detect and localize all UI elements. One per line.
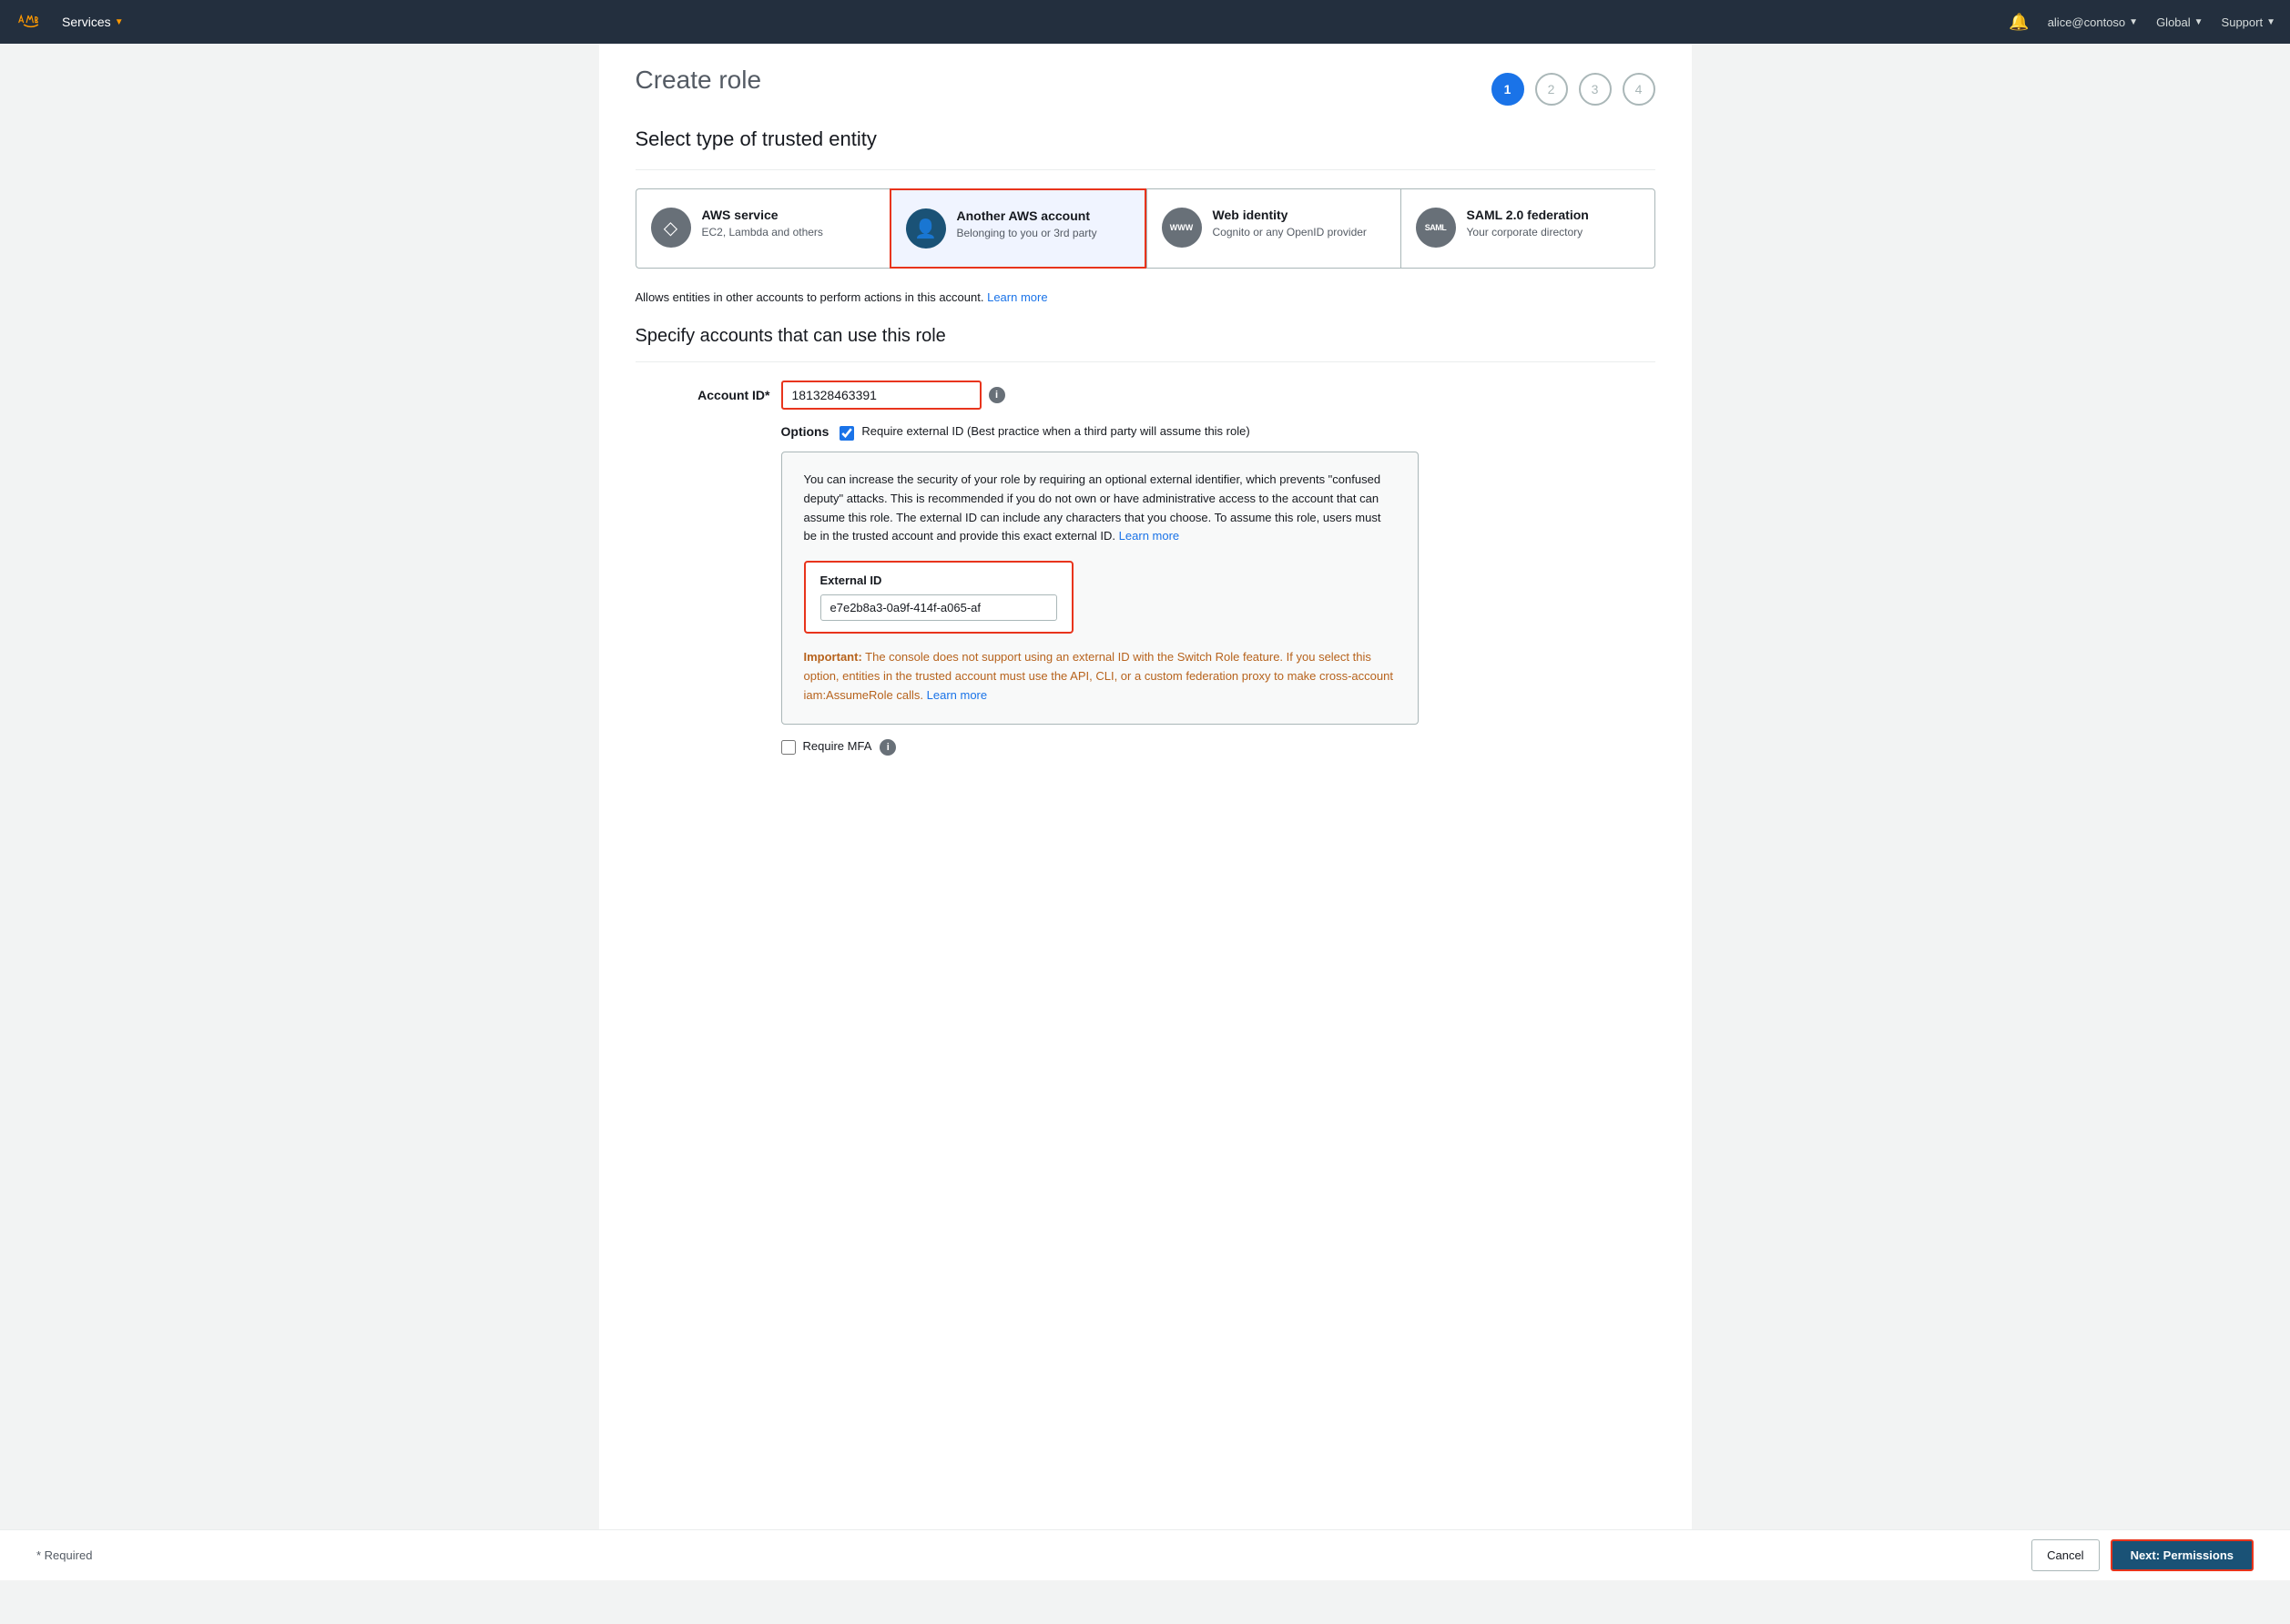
another-aws-account-subtitle: Belonging to you or 3rd party — [957, 227, 1097, 239]
wizard-step-1[interactable]: 1 — [1491, 73, 1524, 106]
support-dropdown-icon: ▼ — [2266, 17, 2275, 27]
account-id-label: Account ID* — [636, 388, 781, 402]
another-aws-account-info: Another AWS account Belonging to you or … — [957, 208, 1097, 239]
footer-buttons: Cancel Next: Permissions — [2031, 1539, 2254, 1571]
wizard-step-3[interactable]: 3 — [1579, 73, 1612, 106]
user-label: alice@contoso — [2048, 15, 2125, 29]
entity-section-title: Select type of trusted entity — [636, 127, 1655, 151]
nav-bar: Services ▼ 🔔 alice@contoso ▼ Global ▼ Su… — [0, 0, 2290, 44]
entity-card-aws-service[interactable]: ◇ AWS service EC2, Lambda and others — [636, 188, 890, 269]
accounts-section-title: Specify accounts that can use this role — [636, 326, 1655, 347]
notifications-icon[interactable]: 🔔 — [2009, 13, 2029, 32]
saml-title: SAML 2.0 federation — [1467, 208, 1589, 222]
another-aws-account-icon: 👤 — [906, 208, 946, 249]
next-permissions-button[interactable]: Next: Permissions — [2111, 1539, 2254, 1571]
page-footer: * Required Cancel Next: Permissions — [0, 1529, 2290, 1580]
aws-service-icon-shape: ◇ — [664, 217, 677, 239]
account-id-row: Account ID* i — [636, 381, 1655, 410]
mfa-row: Require MFA i — [781, 739, 1655, 756]
require-external-id-label[interactable]: Require external ID (Best practice when … — [861, 424, 1249, 438]
external-id-description: You can increase the security of your ro… — [804, 471, 1396, 546]
page-header: Create role 1 2 3 4 — [636, 66, 1655, 106]
services-menu[interactable]: Services ▼ — [62, 15, 124, 29]
external-id-box: You can increase the security of your ro… — [781, 452, 1419, 725]
mfa-info-icon[interactable]: i — [880, 739, 896, 756]
support-menu[interactable]: Support ▼ — [2222, 15, 2275, 29]
options-label: Options — [781, 424, 829, 439]
web-identity-title: Web identity — [1213, 208, 1367, 222]
web-identity-subtitle: Cognito or any OpenID provider — [1213, 226, 1367, 239]
external-id-field-label: External ID — [820, 573, 1057, 587]
require-external-id-checkbox[interactable] — [840, 426, 854, 441]
account-id-input[interactable] — [781, 381, 982, 410]
external-id-input[interactable] — [820, 594, 1057, 621]
aws-logo[interactable] — [15, 11, 47, 33]
entity-learn-more-link[interactable]: Learn more — [987, 290, 1047, 304]
require-external-id-wrap: Require external ID (Best practice when … — [840, 424, 1249, 441]
options-row: Options Require external ID (Best practi… — [636, 424, 1655, 441]
page-title: Create role — [636, 66, 762, 95]
person-icon: 👤 — [914, 218, 937, 240]
cancel-button[interactable]: Cancel — [2031, 1539, 2099, 1571]
important-text: Important: The console does not support … — [804, 648, 1396, 705]
web-identity-icon: WWW — [1162, 208, 1202, 248]
entity-cards: ◇ AWS service EC2, Lambda and others 👤 A… — [636, 188, 1655, 269]
support-label: Support — [2222, 15, 2264, 29]
section-divider-1 — [636, 169, 1655, 170]
services-dropdown-icon: ▼ — [115, 17, 124, 27]
saml-info: SAML 2.0 federation Your corporate direc… — [1467, 208, 1589, 239]
region-dropdown-icon: ▼ — [2194, 17, 2203, 27]
external-id-inner: External ID — [804, 561, 1074, 634]
account-id-input-wrap: i — [781, 381, 1005, 410]
user-dropdown-icon: ▼ — [2129, 17, 2138, 27]
account-id-info-icon[interactable]: i — [989, 387, 1005, 403]
entity-card-saml[interactable]: SAML SAML 2.0 federation Your corporate … — [1400, 188, 1655, 269]
require-mfa-label[interactable]: Require MFA i — [803, 739, 897, 756]
section-divider-2 — [636, 361, 1655, 362]
saml-icon: SAML — [1416, 208, 1456, 248]
main-content: Create role 1 2 3 4 Select type of trust… — [599, 44, 1692, 1580]
important-label: Important: — [804, 650, 862, 664]
services-label: Services — [62, 15, 111, 29]
entity-info-text: Allows entities in other accounts to per… — [636, 290, 1655, 304]
saml-subtitle: Your corporate directory — [1467, 226, 1589, 239]
aws-service-info: AWS service EC2, Lambda and others — [702, 208, 823, 239]
external-id-learn-more-link[interactable]: Learn more — [1119, 529, 1179, 543]
region-menu[interactable]: Global ▼ — [2156, 15, 2203, 29]
require-mfa-checkbox[interactable] — [781, 740, 796, 755]
region-label: Global — [2156, 15, 2191, 29]
entity-card-another-aws-account[interactable]: 👤 Another AWS account Belonging to you o… — [890, 188, 1146, 269]
important-learn-more-link[interactable]: Learn more — [927, 688, 987, 702]
another-aws-account-title: Another AWS account — [957, 208, 1097, 223]
wizard-step-4[interactable]: 4 — [1623, 73, 1655, 106]
wizard-steps: 1 2 3 4 — [1491, 73, 1655, 106]
aws-service-title: AWS service — [702, 208, 823, 222]
aws-service-icon: ◇ — [651, 208, 691, 248]
wizard-step-2[interactable]: 2 — [1535, 73, 1568, 106]
required-text: * Required — [36, 1548, 92, 1562]
user-menu[interactable]: alice@contoso ▼ — [2048, 15, 2138, 29]
entity-card-web-identity[interactable]: WWW Web identity Cognito or any OpenID p… — [1146, 188, 1400, 269]
nav-right: 🔔 alice@contoso ▼ Global ▼ Support ▼ — [2009, 13, 2275, 32]
web-identity-info: Web identity Cognito or any OpenID provi… — [1213, 208, 1367, 239]
aws-service-subtitle: EC2, Lambda and others — [702, 226, 823, 239]
